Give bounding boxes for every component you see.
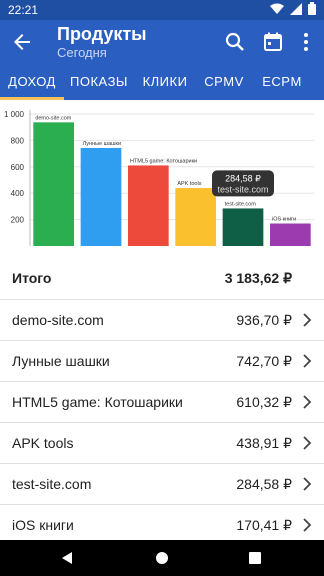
page-title: Продукты bbox=[57, 24, 147, 44]
item-value: 284,58 ₽ bbox=[236, 476, 292, 492]
chart-bar bbox=[80, 147, 122, 246]
item-value: 742,70 ₽ bbox=[236, 353, 292, 369]
bar-label: test-site.com bbox=[225, 201, 257, 207]
item-label: HTML5 game: Котошарики bbox=[12, 394, 183, 410]
chart-bar bbox=[33, 122, 75, 246]
nav-back-icon[interactable] bbox=[60, 551, 74, 565]
item-label: APK tools bbox=[12, 435, 74, 451]
chart-bar bbox=[127, 165, 169, 246]
item-label: iOS книги bbox=[12, 517, 74, 533]
y-tick-label: 200 bbox=[11, 216, 25, 225]
item-label: Лунные шашки bbox=[12, 353, 110, 369]
tab-cpmv[interactable]: CPMV bbox=[196, 64, 252, 100]
app-bar: Продукты Сегодня bbox=[0, 20, 324, 64]
total-value: 3 183,62 ₽ bbox=[224, 270, 292, 286]
nav-recents-icon[interactable] bbox=[249, 552, 261, 564]
tooltip-label: test-site.com bbox=[217, 184, 268, 194]
battery-icon bbox=[308, 2, 316, 15]
total-row: Итого 3 183,62 ₽ bbox=[0, 258, 324, 299]
page-subtitle: Сегодня bbox=[57, 45, 107, 60]
tab-clicks[interactable]: КЛИКИ bbox=[134, 64, 196, 100]
item-label: demo-site.com bbox=[12, 312, 104, 328]
list-item[interactable]: HTML5 game: Котошарики 610,32 ₽ bbox=[0, 382, 324, 423]
bar-chart: 200 400 600 800 1 000 demo-site.com Лунные шаш… bbox=[4, 110, 314, 246]
chevron-right-icon bbox=[303, 477, 312, 491]
list-item[interactable]: APK tools 438,91 ₽ bbox=[0, 423, 324, 464]
bar-label: iOS книги bbox=[272, 217, 296, 223]
tooltip-value: 284,58 ₽ bbox=[225, 173, 261, 183]
revenue-chart: 200 400 600 800 1 000 demo-site.com Лунные шаш… bbox=[0, 100, 324, 258]
status-icons bbox=[270, 2, 316, 15]
bar-label: Лунные шашки bbox=[83, 141, 121, 147]
search-icon[interactable] bbox=[223, 30, 247, 54]
list-item[interactable]: test-site.com 284,58 ₽ bbox=[0, 464, 324, 505]
calendar-icon[interactable] bbox=[261, 30, 285, 54]
y-tick-label: 1 000 bbox=[4, 110, 25, 119]
chart-bar bbox=[269, 223, 311, 246]
chevron-right-icon bbox=[303, 395, 312, 409]
tab-bar: ДОХОД ПОКАЗЫ КЛИКИ CPMV ECPM bbox=[0, 64, 324, 100]
more-vert-icon[interactable] bbox=[294, 30, 318, 54]
item-value: 170,41 ₽ bbox=[236, 517, 292, 533]
tab-ecpm[interactable]: ECPM bbox=[252, 64, 312, 100]
list-item[interactable]: iOS книги 170,41 ₽ bbox=[0, 505, 324, 540]
tab-impressions[interactable]: ПОКАЗЫ bbox=[64, 64, 134, 100]
item-value: 610,32 ₽ bbox=[236, 394, 292, 410]
status-time: 22:21 bbox=[8, 3, 39, 17]
item-label: test-site.com bbox=[12, 476, 92, 492]
item-value: 438,91 ₽ bbox=[236, 435, 292, 451]
item-value: 936,70 ₽ bbox=[236, 312, 292, 328]
arrow-back-icon[interactable] bbox=[10, 30, 34, 54]
wifi-icon bbox=[270, 3, 284, 14]
bar-label: HTML5 game: Котошарики bbox=[130, 158, 197, 164]
list-item[interactable]: demo-site.com 936,70 ₽ bbox=[0, 300, 324, 341]
nav-home-icon[interactable] bbox=[155, 551, 169, 565]
signal-icon bbox=[290, 2, 302, 15]
list-item[interactable]: Лунные шашки 742,70 ₽ bbox=[0, 341, 324, 382]
total-label: Итого bbox=[12, 270, 52, 286]
system-nav-bar bbox=[0, 540, 324, 576]
chart-bar bbox=[222, 208, 264, 246]
status-bar: 22:21 bbox=[0, 0, 324, 20]
chevron-right-icon bbox=[303, 518, 312, 532]
y-tick-label: 400 bbox=[11, 189, 25, 198]
tab-revenue[interactable]: ДОХОД bbox=[0, 64, 64, 100]
bar-label: demo-site.com bbox=[35, 115, 71, 121]
y-tick-label: 800 bbox=[11, 136, 25, 145]
chevron-right-icon bbox=[303, 354, 312, 368]
chart-bar bbox=[175, 188, 217, 246]
chevron-right-icon bbox=[303, 313, 312, 327]
bar-label: APK tools bbox=[177, 181, 201, 187]
y-tick-label: 600 bbox=[11, 163, 25, 172]
chevron-right-icon bbox=[303, 436, 312, 450]
